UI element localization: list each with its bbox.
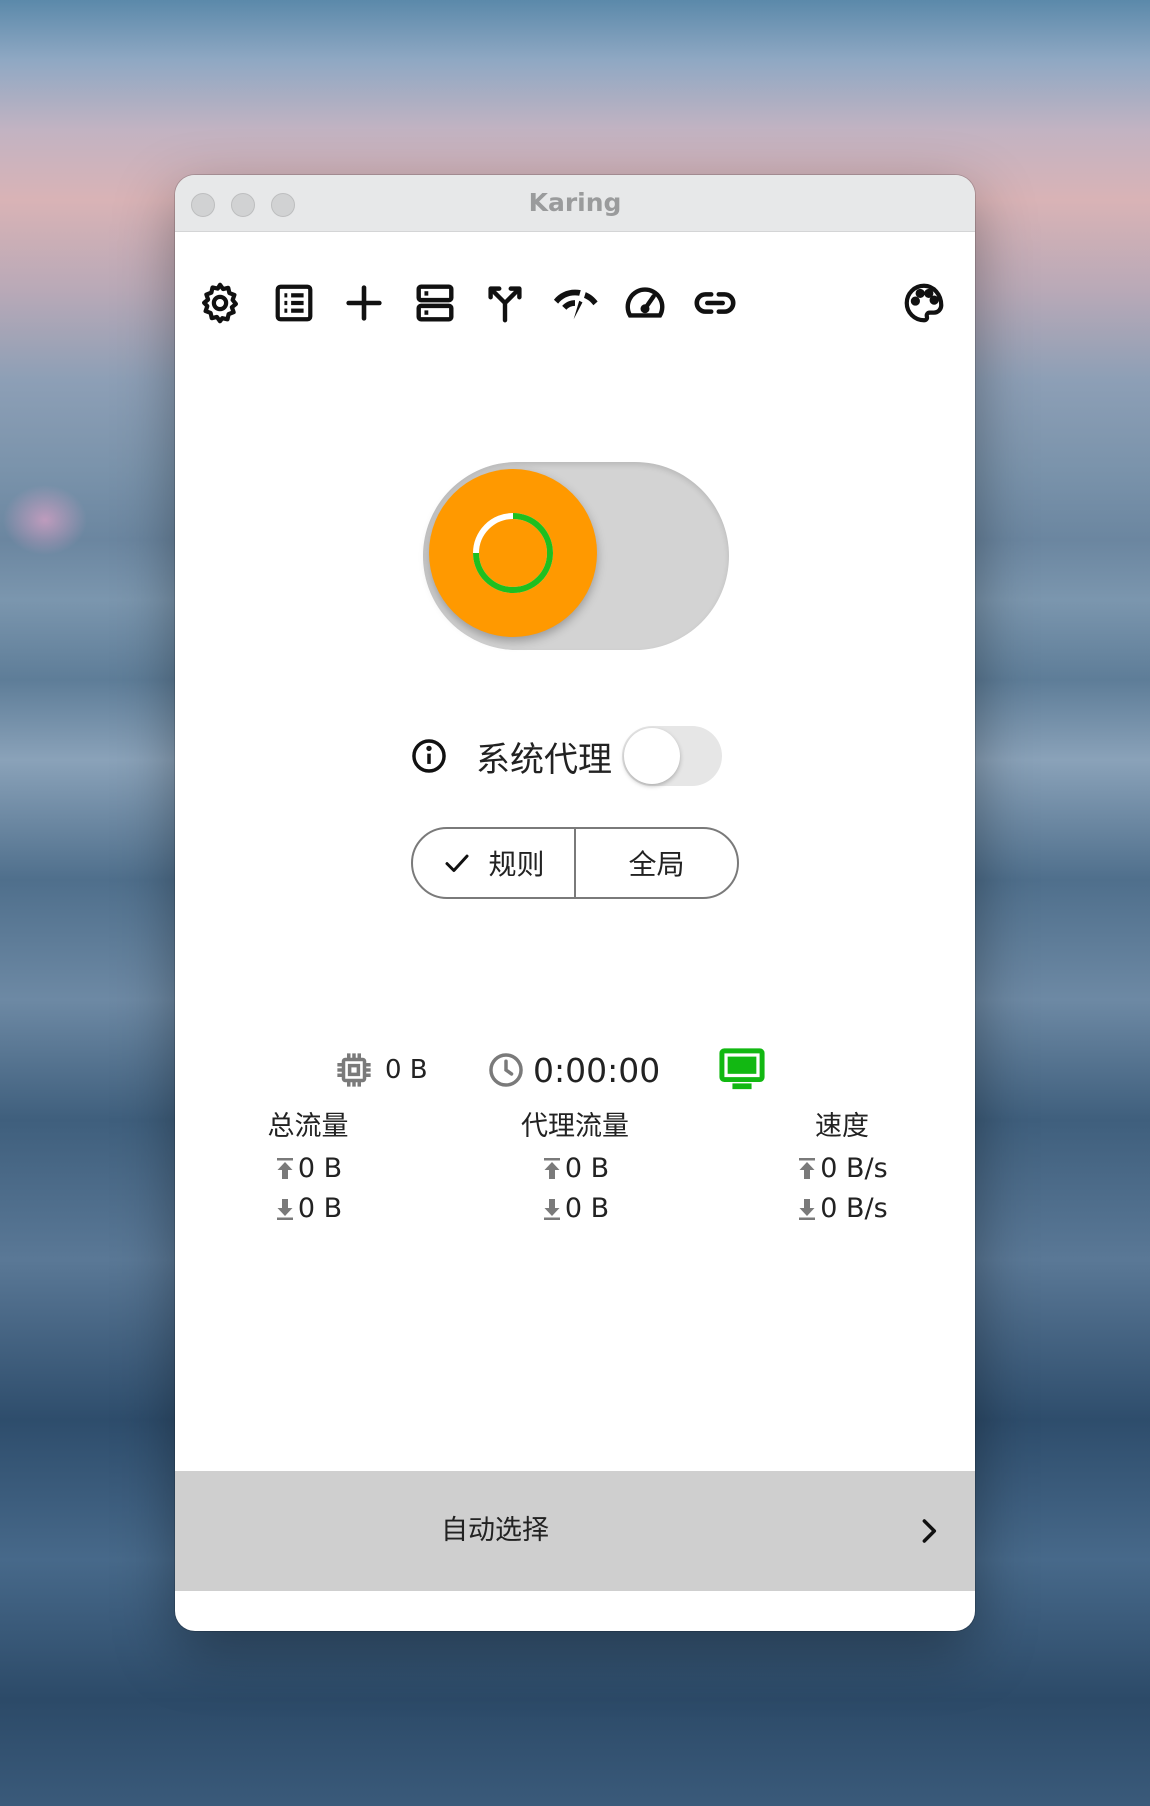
speed-download: 0 B/s — [732, 1189, 952, 1229]
upload-icon — [276, 1158, 293, 1179]
proxy-upload-value: 0 B — [564, 1153, 610, 1184]
signal-icon[interactable] — [548, 276, 602, 330]
total-traffic: 总流量 0 B 0 B — [198, 1105, 418, 1229]
speed: 速度 0 B/s 0 B/s — [732, 1105, 952, 1229]
window-title: Karing — [528, 188, 622, 217]
proxy-selector-bar[interactable]: 自动选择 — [175, 1471, 975, 1591]
palette-icon[interactable] — [897, 276, 951, 330]
system-proxy-switch[interactable] — [622, 726, 722, 786]
speed-upload-value: 0 B/s — [820, 1153, 888, 1184]
clock-icon — [489, 1053, 523, 1087]
proxy-selector-label: 自动选择 — [441, 1515, 549, 1546]
uptime: 0:00:00 — [487, 1045, 660, 1095]
monitor-icon — [719, 1048, 765, 1090]
gear-icon[interactable] — [193, 276, 247, 330]
mode-selector: 规则 全局 — [411, 827, 739, 899]
proxy-upload: 0 B — [465, 1149, 685, 1189]
chevron-right-icon — [922, 1519, 937, 1543]
download-icon — [799, 1199, 816, 1220]
toggle-knob — [429, 469, 597, 637]
app-window: Karing 系统代理 规则 全局 0 B 0:00:00 总流量 0 B 0 … — [175, 175, 975, 1631]
upload-icon — [799, 1158, 816, 1179]
total-upload-value: 0 B — [297, 1153, 343, 1184]
uptime-value: 0:00:00 — [533, 1050, 661, 1090]
proxy-download: 0 B — [465, 1189, 685, 1229]
mode-rule-button[interactable]: 规则 — [413, 829, 574, 897]
proxy-download-value: 0 B — [564, 1193, 610, 1224]
loading-spinner-icon — [473, 513, 553, 593]
upload-icon — [543, 1158, 560, 1179]
download-icon — [543, 1199, 560, 1220]
memory-value: 0 B — [385, 1055, 428, 1085]
mode-global-label: 全局 — [628, 848, 685, 881]
memory-usage: 0 B — [333, 1045, 428, 1095]
server-icon[interactable] — [408, 276, 462, 330]
main-connect-toggle[interactable] — [423, 462, 729, 650]
speed-title: 速度 — [815, 1111, 869, 1142]
speed-download-value: 0 B/s — [820, 1193, 888, 1224]
status-row: 0 B 0:00:00 — [175, 1045, 975, 1095]
chip-icon — [337, 1053, 371, 1087]
list-icon[interactable] — [267, 276, 321, 330]
system-proxy-label: 系统代理 — [476, 739, 612, 780]
add-icon[interactable] — [337, 276, 391, 330]
download-icon — [276, 1199, 293, 1220]
proxy-traffic: 代理流量 0 B 0 B — [465, 1105, 685, 1229]
proxy-traffic-title: 代理流量 — [521, 1111, 629, 1142]
mode-rule-label: 规则 — [488, 848, 545, 881]
system-proxy-row: 系统代理 — [410, 724, 722, 788]
switch-thumb — [624, 728, 680, 784]
link-icon[interactable] — [688, 276, 742, 330]
total-traffic-title: 总流量 — [267, 1111, 349, 1142]
info-icon[interactable] — [410, 737, 448, 775]
fork-icon[interactable] — [478, 276, 532, 330]
check-icon — [445, 854, 469, 872]
toolbar — [175, 276, 975, 336]
speedometer-icon[interactable] — [618, 276, 672, 330]
total-download: 0 B — [198, 1189, 418, 1229]
total-download-value: 0 B — [297, 1193, 343, 1224]
title-bar: Karing — [175, 175, 975, 232]
total-upload: 0 B — [198, 1149, 418, 1189]
monitor-status[interactable] — [719, 1045, 765, 1095]
mode-global-button[interactable]: 全局 — [574, 829, 737, 897]
speed-upload: 0 B/s — [732, 1149, 952, 1189]
